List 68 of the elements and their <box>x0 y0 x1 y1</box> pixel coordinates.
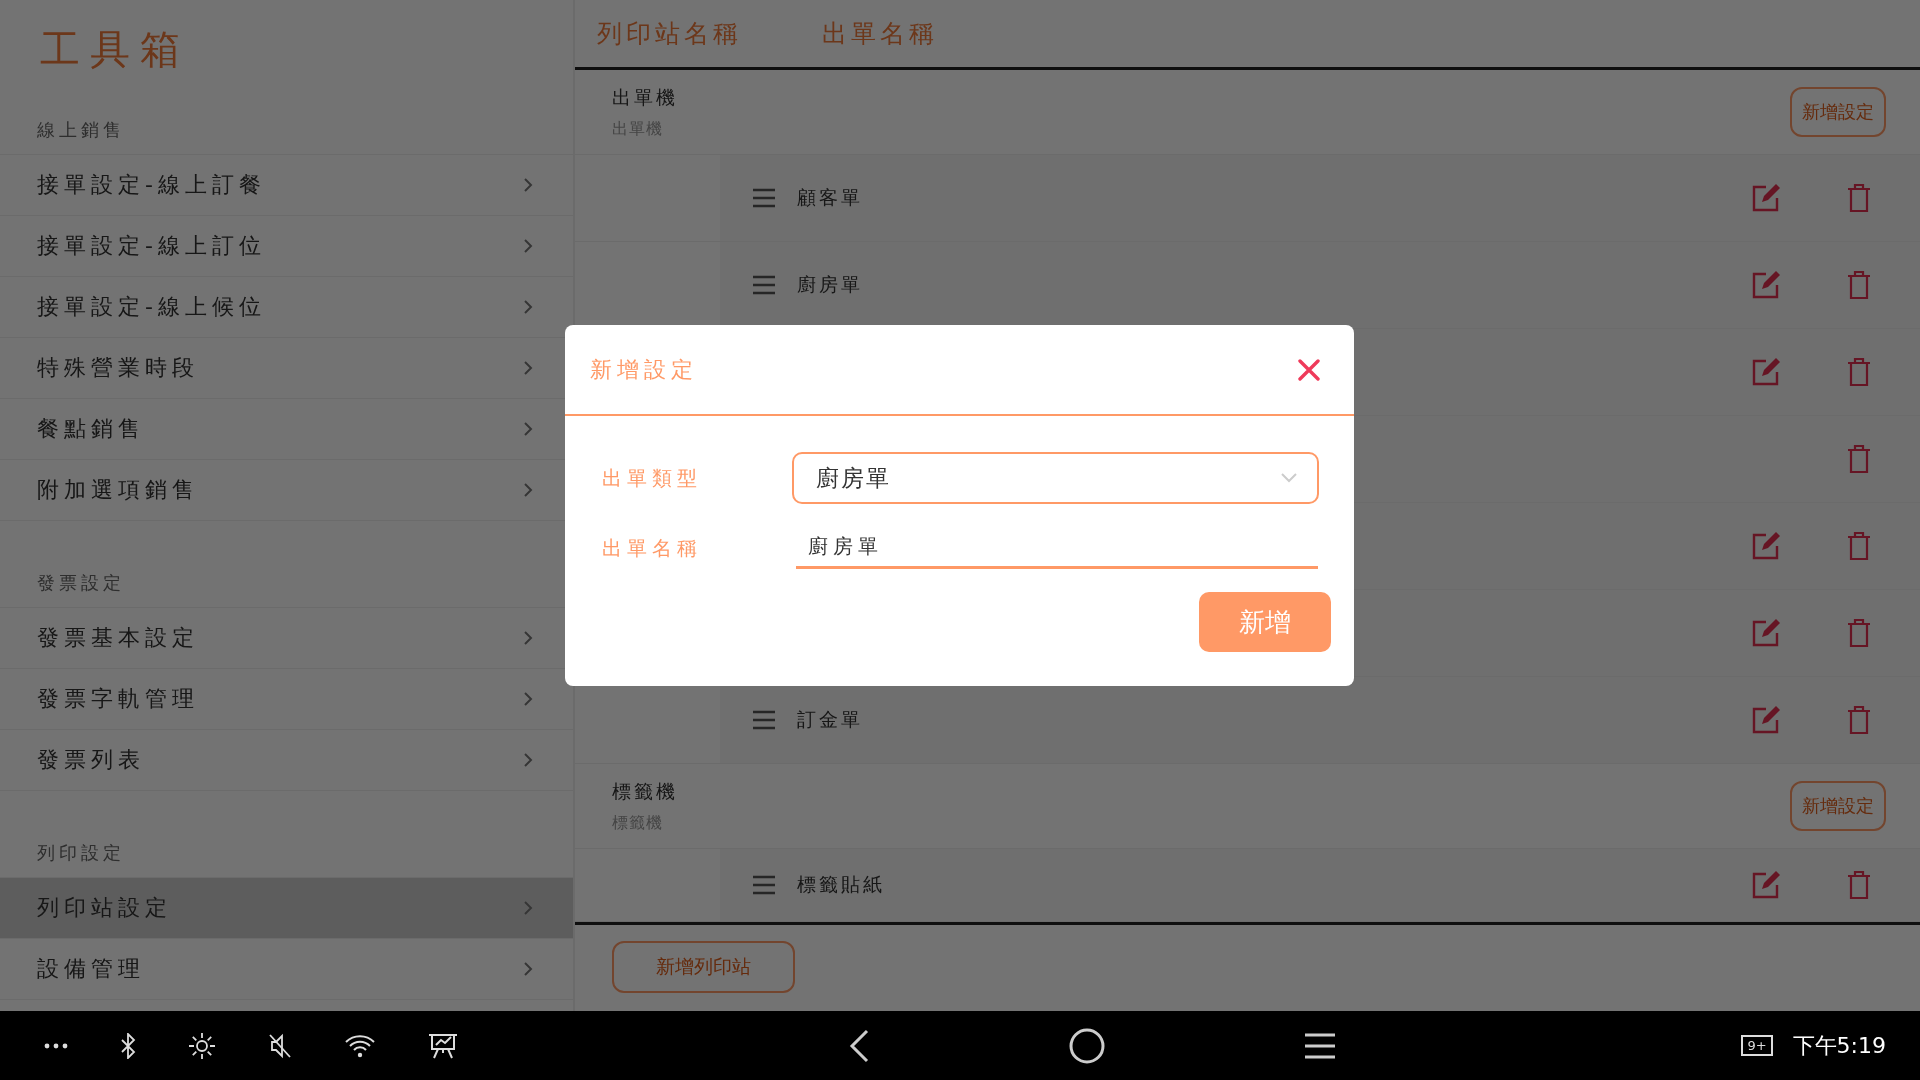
delete-icon[interactable] <box>1848 532 1870 560</box>
add-station-button[interactable]: 新增列印站 <box>612 941 795 993</box>
chevron-right-icon <box>523 299 533 315</box>
drag-handle-icon[interactable] <box>753 188 775 208</box>
wifi-icon[interactable] <box>344 1033 376 1058</box>
sidebar-item[interactable]: 設備管理 <box>0 939 573 1000</box>
sidebar-item[interactable]: 接單設定-線上訂餐 <box>0 155 573 216</box>
brightness-icon[interactable] <box>188 1031 216 1060</box>
edit-icon[interactable] <box>1752 184 1780 212</box>
mute-icon[interactable] <box>268 1032 292 1059</box>
section-heading: 線上銷售 <box>37 118 125 142</box>
delete-icon[interactable] <box>1848 871 1870 899</box>
chevron-right-icon <box>523 360 533 376</box>
more-dots-icon[interactable] <box>44 1042 68 1049</box>
delete-icon[interactable] <box>1848 358 1870 386</box>
chevron-right-icon <box>523 752 533 768</box>
section-heading: 發票設定 <box>37 571 125 595</box>
close-icon[interactable] <box>1298 358 1320 381</box>
chevron-right-icon <box>523 630 533 646</box>
bluetooth-icon[interactable] <box>120 1032 136 1059</box>
delete-icon[interactable] <box>1848 706 1870 734</box>
edit-icon[interactable] <box>1752 271 1780 299</box>
edit-icon[interactable] <box>1752 706 1780 734</box>
section-heading: 列印設定 <box>37 841 125 865</box>
edit-icon[interactable] <box>1752 532 1780 560</box>
edit-icon[interactable] <box>1752 619 1780 647</box>
edit-icon[interactable] <box>1752 358 1780 386</box>
drag-handle-icon[interactable] <box>753 275 775 295</box>
type-dropdown[interactable]: 廚房單 <box>792 452 1319 504</box>
dialog-title: 新增設定 <box>590 355 698 384</box>
add-setting-button[interactable]: 新增設定 <box>1790 87 1886 137</box>
menu-icon[interactable] <box>1305 1032 1335 1059</box>
presentation-chart-icon[interactable] <box>428 1032 458 1059</box>
submit-button[interactable]: 新增 <box>1199 592 1331 652</box>
chevron-right-icon <box>523 900 533 916</box>
ticket-name: 訂金單 <box>797 707 863 732</box>
field-label: 出單名稱 <box>602 534 703 562</box>
home-icon[interactable] <box>1069 1027 1105 1064</box>
field-label: 出單類型 <box>602 464 703 492</box>
station-name: 出單機 <box>612 84 678 110</box>
ticket-name: 標籤貼紙 <box>797 872 885 897</box>
app-title: 工具箱 <box>39 25 191 74</box>
column-header: 列印站名稱 <box>597 18 742 50</box>
chevron-right-icon <box>523 482 533 498</box>
sidebar-item[interactable]: 列印站設定 <box>0 878 573 939</box>
ticket-name: 顧客單 <box>797 185 863 210</box>
chevron-right-icon <box>523 238 533 254</box>
chevron-right-icon <box>523 177 533 193</box>
sidebar-item[interactable]: 接單設定-線上訂位 <box>0 216 573 277</box>
clock-time: 下午5:19 <box>1792 1031 1886 1060</box>
delete-icon[interactable] <box>1848 445 1870 473</box>
notification-badge[interactable]: 9+ <box>1741 1035 1773 1056</box>
chevron-right-icon <box>523 961 533 977</box>
add-setting-button[interactable]: 新增設定 <box>1790 781 1886 831</box>
back-icon[interactable] <box>849 1028 869 1063</box>
drag-handle-icon[interactable] <box>753 710 775 730</box>
edit-icon[interactable] <box>1752 871 1780 899</box>
chevron-right-icon <box>523 421 533 437</box>
delete-icon[interactable] <box>1848 271 1870 299</box>
station-name: 標籤機 <box>612 778 678 804</box>
column-header: 出單名稱 <box>822 18 938 50</box>
sidebar-item[interactable]: 發票列表 <box>0 730 573 791</box>
chevron-right-icon <box>523 691 533 707</box>
ticket-name: 廚房單 <box>797 272 863 297</box>
delete-icon[interactable] <box>1848 619 1870 647</box>
drag-handle-icon[interactable] <box>753 875 775 895</box>
delete-icon[interactable] <box>1848 184 1870 212</box>
chevron-down-icon <box>1281 473 1297 483</box>
